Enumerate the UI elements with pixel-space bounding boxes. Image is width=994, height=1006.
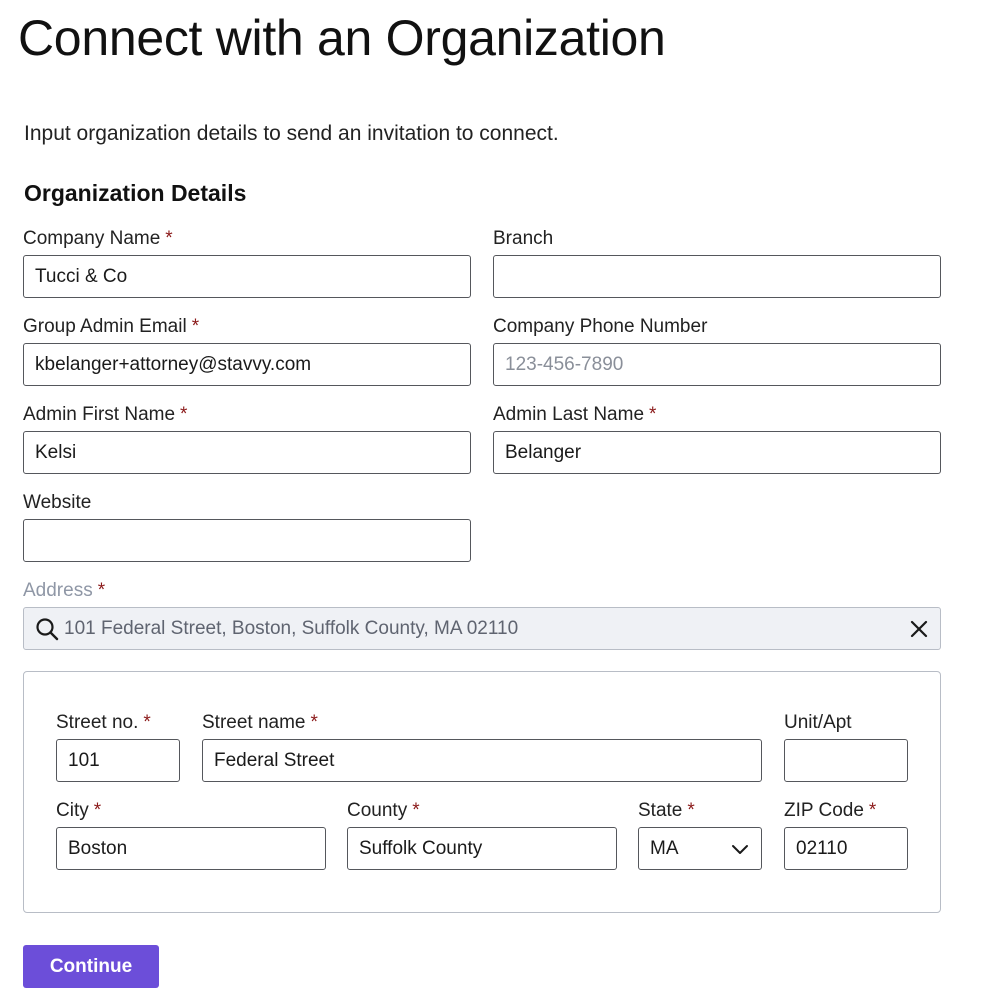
street-name-input[interactable] bbox=[202, 739, 762, 782]
branch-input[interactable] bbox=[493, 255, 941, 298]
admin-last-name-input[interactable] bbox=[493, 431, 941, 474]
required-asterisk: * bbox=[868, 800, 877, 821]
admin-first-name-label: Admin First Name * bbox=[23, 404, 188, 425]
company-name-input[interactable] bbox=[23, 255, 471, 298]
admin-last-name-label: Admin Last Name * bbox=[493, 404, 657, 425]
admin-first-name-field: Admin First Name * bbox=[23, 403, 471, 474]
company-phone-label: Company Phone Number bbox=[493, 316, 708, 337]
required-asterisk: * bbox=[412, 800, 420, 821]
address-search-input[interactable] bbox=[60, 608, 908, 649]
required-asterisk: * bbox=[97, 580, 106, 601]
required-asterisk: * bbox=[687, 800, 695, 821]
required-asterisk: * bbox=[143, 712, 151, 733]
county-input[interactable] bbox=[347, 827, 617, 870]
street-no-input[interactable] bbox=[56, 739, 180, 782]
company-name-label: Company Name * bbox=[23, 228, 173, 249]
street-name-field: Street name * bbox=[202, 711, 762, 782]
required-asterisk: * bbox=[180, 404, 188, 425]
state-select-value: MA bbox=[650, 837, 679, 859]
intro-text: Input organization details to send an in… bbox=[24, 122, 559, 145]
address-detail-panel bbox=[23, 671, 941, 913]
unit-apt-label: Unit/Apt bbox=[784, 712, 852, 733]
website-label: Website bbox=[23, 492, 92, 513]
state-select[interactable]: MA bbox=[638, 827, 762, 870]
zip-label: ZIP Code * bbox=[784, 800, 877, 821]
required-asterisk: * bbox=[191, 316, 200, 337]
zip-input[interactable] bbox=[784, 827, 908, 870]
county-label: County * bbox=[347, 800, 420, 821]
address-field: Address * bbox=[23, 579, 941, 650]
company-phone-field: Company Phone Number bbox=[493, 315, 941, 386]
address-search-box[interactable] bbox=[23, 607, 941, 650]
group-admin-email-label: Group Admin Email * bbox=[23, 316, 200, 337]
required-asterisk: * bbox=[310, 712, 318, 733]
chevron-down-icon bbox=[732, 845, 748, 854]
company-name-field: Company Name * bbox=[23, 227, 471, 298]
street-no-label: Street no. * bbox=[56, 712, 151, 733]
group-admin-email-input[interactable] bbox=[23, 343, 471, 386]
website-field: Website bbox=[23, 491, 471, 562]
page-title: Connect with an Organization bbox=[18, 10, 666, 66]
branch-field: Branch bbox=[493, 227, 941, 298]
continue-button[interactable]: Continue bbox=[23, 945, 159, 988]
search-icon bbox=[36, 617, 59, 640]
required-asterisk: * bbox=[93, 800, 102, 821]
admin-last-name-field: Admin Last Name * bbox=[493, 403, 941, 474]
branch-label: Branch bbox=[493, 228, 554, 249]
admin-first-name-input[interactable] bbox=[23, 431, 471, 474]
state-label: State * bbox=[638, 800, 695, 821]
street-no-field: Street no. * bbox=[56, 711, 180, 782]
city-label: City * bbox=[56, 800, 102, 821]
address-label: Address * bbox=[23, 580, 106, 601]
required-asterisk: * bbox=[165, 228, 173, 249]
website-input[interactable] bbox=[23, 519, 471, 562]
group-admin-email-field: Group Admin Email * bbox=[23, 315, 471, 386]
required-asterisk: * bbox=[649, 404, 657, 425]
street-name-label: Street name * bbox=[202, 712, 318, 733]
state-field: State * MA bbox=[638, 799, 762, 870]
zip-field: ZIP Code * bbox=[784, 799, 908, 870]
unit-apt-field: Unit/Apt bbox=[784, 711, 908, 782]
section-heading: Organization Details bbox=[24, 180, 247, 206]
county-field: County * bbox=[347, 799, 617, 870]
unit-apt-input[interactable] bbox=[784, 739, 908, 782]
close-icon[interactable] bbox=[908, 618, 930, 640]
company-phone-input[interactable] bbox=[493, 343, 941, 386]
city-input[interactable] bbox=[56, 827, 326, 870]
city-field: City * bbox=[56, 799, 326, 870]
